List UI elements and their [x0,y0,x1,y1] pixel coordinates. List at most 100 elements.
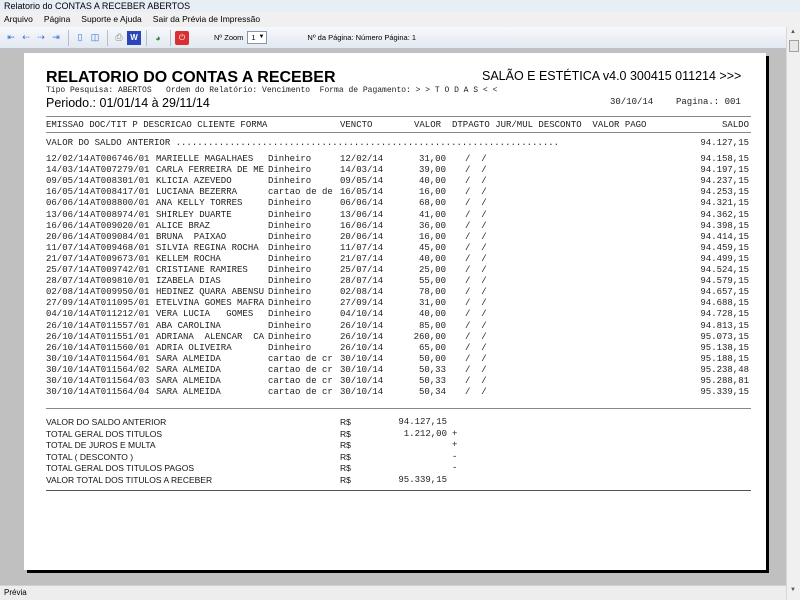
company-header: SALÃO E ESTÉTICA v4.0 300415 011214 >>> [482,69,742,83]
row-forma: Dinheiro [268,331,312,342]
row-doc: AT008417/01 [90,187,150,198]
summary-label: TOTAL DE JUROS E MULTA [46,440,156,451]
last-page-icon[interactable]: ⇥ [49,31,63,45]
row-emissao: 30/10/14 [46,364,90,375]
row-doc: AT011560/01 [90,342,150,353]
row-forma: Dinheiro [268,231,312,242]
menu-suporte[interactable]: Suporte e Ajuda [81,12,142,27]
row-cliente: VERA LUCIA GOMES [156,309,254,320]
zoom-select[interactable]: 1 ▼ [247,31,268,44]
row-dtpagto: / / [465,187,487,198]
next-page-icon[interactable]: ⇢ [34,31,48,45]
row-saldo: 94.362,15 [700,209,749,220]
separator [146,29,147,46]
single-page-icon[interactable]: ▯ [73,31,87,45]
row-dtpagto: / / [465,242,487,253]
first-page-icon[interactable]: ⇤ [4,31,18,45]
row-saldo: 94.158,15 [700,154,749,164]
row-dtpagto: / / [465,320,487,331]
row-dtpagto: / / [465,298,487,309]
row-valor: 31,00 [418,298,446,309]
scroll-thumb[interactable] [789,40,799,52]
row-doc: AT011564/03 [90,376,150,386]
row-forma: Dinheiro [268,298,312,309]
row-cliente: MARIELLE MAGALHAES [156,154,254,164]
row-cliente: HEDINEZ QUARA ABENSU [156,287,265,298]
divider [46,116,751,117]
row-forma: Dinheiro [268,165,312,176]
row-cliente: ANA KELLY TORRES [156,198,243,209]
row-cliente: LUCIANA BEZERRA [156,187,238,198]
row-saldo: 94.398,15 [700,220,749,231]
row-doc: AT007279/01 [90,165,150,176]
toolbar: ⇤ ⇠ ⇢ ⇥ ▯ ◫ ⎙ W ◕ ⏻ Nº Zoom 1 ▼ Nº da Pág… [0,27,786,49]
row-valor: 50,33 [418,364,446,375]
row-doc: AT009084/01 [90,231,150,242]
row-dtpagto: / / [465,276,487,287]
scroll-down-icon[interactable]: ▼ [790,587,796,593]
vertical-scrollbar[interactable]: ▲ ▼ [786,27,800,600]
two-pages-icon[interactable]: ◫ [88,31,102,45]
divider [46,408,751,409]
menu-sair-previa[interactable]: Sair da Prévia de Impressão [153,12,260,27]
row-saldo: 95.238,48 [700,364,749,375]
row-valor: 50,33 [418,376,446,386]
col-header-saldo: SALDO [721,120,749,130]
row-saldo: 94.728,15 [700,309,749,320]
row-forma: Dinheiro [268,242,312,253]
close-preview-icon[interactable]: ⏻ [175,30,189,45]
row-forma: Dinheiro [268,176,312,187]
row-doc: AT011557/01 [90,320,150,331]
chevron-down-icon: ▼ [258,34,265,40]
summary-value: 1.212,00 [403,428,447,439]
row-emissao: 20/06/14 [46,231,90,242]
row-emissao: 16/05/14 [46,187,90,198]
row-dtpagto: / / [465,387,487,398]
row-forma: Dinheiro [268,276,312,287]
window-title: Relatorio do CONTAS A RECEBER ABERTOS [0,0,800,12]
row-emissao: 28/07/14 [46,276,90,287]
summary-value: 95.339,15 [398,475,447,485]
word-export-icon[interactable]: W [127,30,141,45]
row-cliente: SARA ALMEIDA [156,376,221,386]
print-icon[interactable]: ⎙ [112,31,126,45]
col-header-vencto: VENCTO [340,120,373,130]
previous-page-icon[interactable]: ⇠ [19,31,33,45]
row-cliente: KELLEM ROCHA [156,253,221,264]
row-emissao: 21/07/14 [46,253,90,264]
row-emissao: 27/09/14 [46,298,90,309]
row-dtpagto: / / [465,209,487,220]
row-doc: AT011095/01 [90,298,150,309]
export-icon[interactable]: ◕ [151,31,165,45]
row-cliente: IZABELA DIAS [156,276,221,287]
scroll-up-icon[interactable]: ▲ [790,29,796,35]
row-valor: 40,00 [418,309,446,320]
col-header-rest: DTPAGTO JUR/MUL DESCONTO VALOR PAGO [452,120,647,130]
summary-label: VALOR DO SALDO ANTERIOR [46,417,167,427]
row-valor: 68,00 [418,198,446,209]
summary-label: TOTAL GERAL DOS TITULOS [46,428,163,439]
report-period: Periodo.: 01/01/14 à 29/11/14 [46,96,210,110]
row-valor: 40,00 [418,176,446,187]
row-cliente: KLICIA AZEVEDO [156,176,232,187]
row-cliente: CRISTIANE RAMIRES [156,265,248,275]
report-date: 30/10/14 [610,97,654,107]
row-emissao: 30/10/14 [46,353,90,364]
row-emissao: 30/10/14 [46,387,90,398]
row-doc: AT011564/01 [90,353,150,364]
row-emissao: 16/06/14 [46,220,90,231]
row-saldo: 94.197,15 [700,165,749,176]
row-valor: 260,00 [413,331,446,342]
summary-label: VALOR TOTAL DOS TITULOS A RECEBER [46,475,213,485]
menu-arquivo[interactable]: Arquivo [4,12,33,27]
zoom-value: 1 [251,33,256,42]
row-forma: Dinheiro [268,154,312,164]
row-forma: Dinheiro [268,198,312,209]
col-header-valor: VALOR [414,120,442,130]
row-saldo: 94.688,15 [700,298,749,309]
row-forma: cartao de cr [268,364,333,375]
menu-pagina[interactable]: Página [44,12,70,27]
row-valor: 50,34 [418,387,446,398]
row-forma: Dinheiro [268,320,312,331]
row-cliente: SARA ALMEIDA [156,387,221,398]
